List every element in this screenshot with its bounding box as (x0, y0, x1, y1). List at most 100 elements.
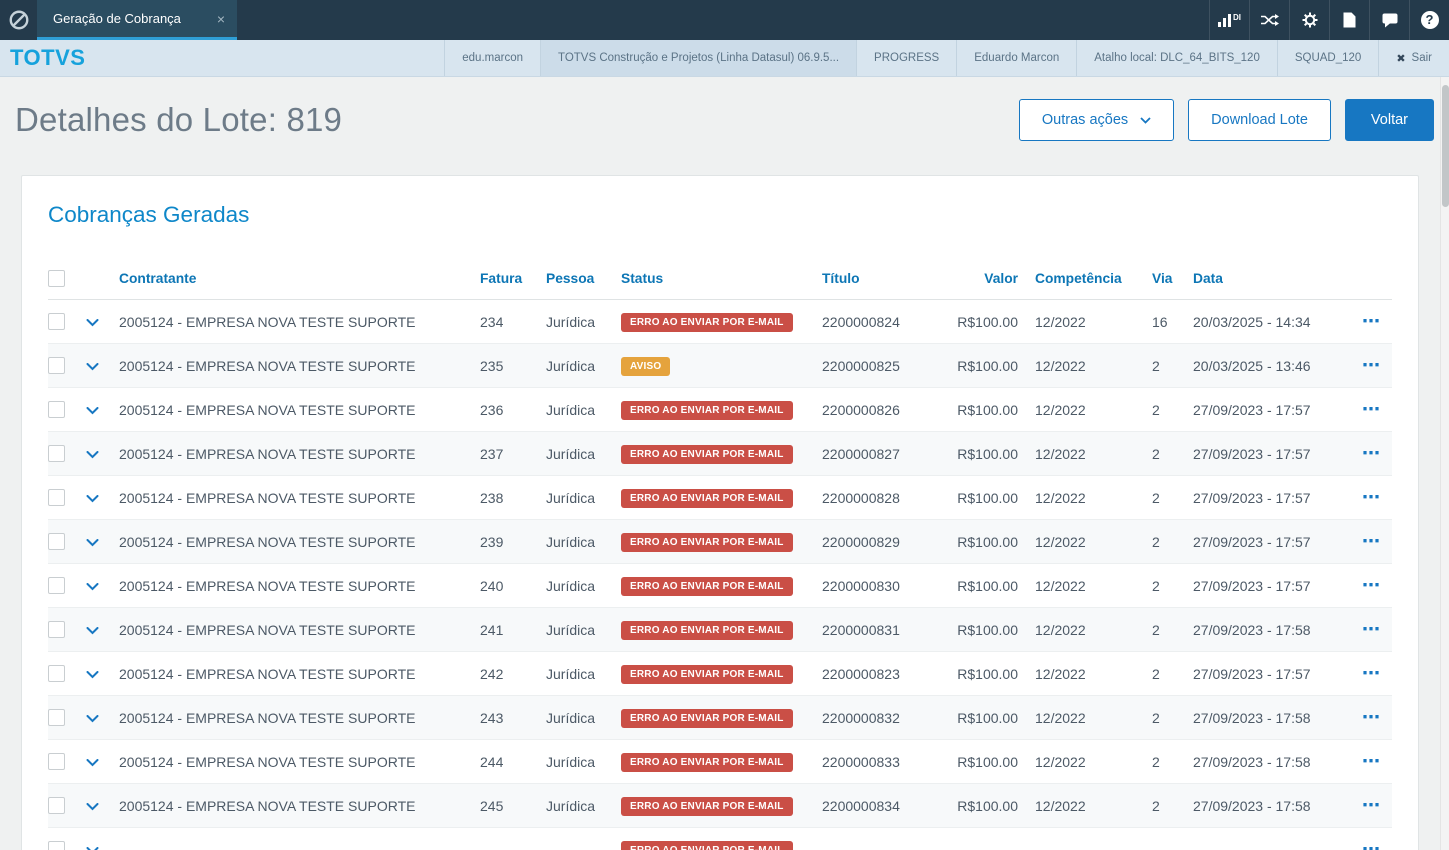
cell-valor: R$100.00 (957, 577, 1018, 594)
row-checkbox[interactable] (48, 445, 65, 463)
cell-contratante: 2005124 - EMPRESA NOVA TESTE SUPORTE (119, 797, 416, 814)
cell-data: 27/09/2023 - 17:58 (1193, 709, 1311, 726)
tab-close-icon[interactable]: × (207, 11, 225, 27)
row-checkbox[interactable] (48, 401, 65, 419)
tab-geracao-de-cobranca[interactable]: Geração de Cobrança × (37, 0, 237, 40)
select-all-checkbox[interactable] (48, 270, 65, 287)
cell-data: 27/09/2023 - 17:57 (1193, 533, 1311, 550)
row-checkbox[interactable] (48, 357, 65, 375)
table-row: 2005124 - EMPRESA NOVA TESTE SUPORTE 234… (48, 300, 1392, 344)
status-badge: ERRO AO ENVIAR POR E-MAIL (621, 752, 793, 772)
row-checkbox[interactable] (48, 533, 65, 551)
table-row: 2005124 - EMPRESA NOVA TESTE SUPORTE 241… (48, 608, 1392, 652)
column-header-data[interactable]: Data (1193, 271, 1343, 286)
expand-row-icon[interactable] (86, 626, 99, 635)
row-actions-icon[interactable]: ⋯ (1362, 619, 1380, 639)
row-checkbox[interactable] (48, 621, 65, 639)
expand-row-icon[interactable] (86, 362, 99, 371)
cell-fatura: 239 (480, 533, 504, 550)
expand-row-icon[interactable] (86, 406, 99, 415)
expand-row-icon[interactable] (86, 846, 99, 850)
row-actions-icon[interactable]: ⋯ (1362, 443, 1380, 463)
table-row: 2005124 - EMPRESA NOVA TESTE SUPORTE 245… (48, 784, 1392, 828)
cell-pessoa: Jurídica (546, 357, 596, 374)
cell-competencia: 12/2022 (1035, 709, 1086, 726)
cell-fatura: 242 (480, 665, 504, 682)
column-header-valor[interactable]: Valor (955, 271, 1018, 286)
outras-acoes-button[interactable]: Outras ações (1018, 99, 1175, 141)
env-item-product[interactable]: TOTVS Construção e Projetos (Linha Datas… (540, 40, 857, 76)
row-checkbox[interactable] (48, 709, 65, 727)
shuffle-icon[interactable] (1249, 0, 1289, 40)
logout-label: Sair (1411, 52, 1432, 64)
cell-competencia: 12/2022 (1035, 797, 1086, 814)
row-actions-icon[interactable]: ⋯ (1362, 795, 1380, 815)
help-icon[interactable]: ? (1409, 0, 1449, 40)
network-signal-icon[interactable]: DI (1209, 0, 1249, 40)
expand-row-icon[interactable] (86, 318, 99, 327)
download-lote-button[interactable]: Download Lote (1188, 99, 1331, 141)
document-icon[interactable] (1329, 0, 1369, 40)
row-actions-icon[interactable]: ⋯ (1362, 487, 1380, 507)
column-header-pessoa[interactable]: Pessoa (546, 271, 621, 286)
status-badge: ERRO AO ENVIAR POR E-MAIL (621, 532, 793, 552)
row-actions-icon[interactable]: ⋯ (1362, 355, 1380, 375)
expand-row-icon[interactable] (86, 538, 99, 547)
row-actions-icon[interactable]: ⋯ (1362, 707, 1380, 727)
row-actions-icon[interactable]: ⋯ (1362, 575, 1380, 595)
table-row: 2005124 - EMPRESA NOVA TESTE SUPORTE 237… (48, 432, 1392, 476)
row-checkbox[interactable] (48, 753, 65, 771)
status-badge: ERRO AO ENVIAR POR E-MAIL (621, 840, 793, 850)
cell-competencia: 12/2022 (1035, 533, 1086, 550)
row-checkbox[interactable] (48, 841, 65, 850)
row-actions-icon[interactable]: ⋯ (1362, 311, 1380, 331)
cell-titulo: 2200000825 (822, 357, 900, 374)
cell-fatura: 236 (480, 401, 504, 418)
totvs-logo-icon[interactable] (0, 0, 37, 40)
settings-gear-icon[interactable] (1289, 0, 1329, 40)
voltar-button[interactable]: Voltar (1344, 99, 1434, 141)
cell-titulo: 2200000826 (822, 401, 900, 418)
cell-data: 27/09/2023 - 17:57 (1193, 401, 1311, 418)
cell-competencia: 12/2022 (1035, 401, 1086, 418)
row-checkbox[interactable] (48, 665, 65, 683)
column-header-via[interactable]: Via (1152, 271, 1193, 286)
scrollbar-thumb[interactable] (1442, 85, 1449, 207)
voltar-label: Voltar (1370, 112, 1408, 128)
env-item-database: PROGRESS (856, 40, 956, 76)
expand-row-icon[interactable] (86, 450, 99, 459)
expand-row-icon[interactable] (86, 758, 99, 767)
logout-button[interactable]: ✖ Sair (1378, 40, 1449, 76)
column-header-status[interactable]: Status (621, 271, 822, 286)
row-actions-icon[interactable]: ⋯ (1362, 839, 1380, 850)
column-header-titulo[interactable]: Título (822, 271, 955, 286)
row-actions-icon[interactable]: ⋯ (1362, 399, 1380, 419)
row-checkbox[interactable] (48, 313, 65, 331)
chat-icon[interactable] (1369, 0, 1409, 40)
cell-data: 27/09/2023 - 17:57 (1193, 577, 1311, 594)
status-badge: ERRO AO ENVIAR POR E-MAIL (621, 488, 793, 508)
expand-row-icon[interactable] (86, 670, 99, 679)
env-item-user-login: edu.marcon (444, 40, 540, 76)
column-header-competencia[interactable]: Competência (1018, 271, 1152, 286)
row-checkbox[interactable] (48, 489, 65, 507)
cell-via: 2 (1152, 797, 1160, 814)
row-actions-icon[interactable]: ⋯ (1362, 751, 1380, 771)
row-checkbox[interactable] (48, 797, 65, 815)
column-header-contratante[interactable]: Contratante (119, 271, 480, 286)
cell-competencia: 12/2022 (1035, 577, 1086, 594)
column-header-fatura[interactable]: Fatura (480, 271, 546, 286)
cell-contratante: 2005124 - EMPRESA NOVA TESTE SUPORTE (119, 357, 416, 374)
expand-row-icon[interactable] (86, 494, 99, 503)
row-actions-icon[interactable]: ⋯ (1362, 531, 1380, 551)
cell-via: 2 (1152, 401, 1160, 418)
row-checkbox[interactable] (48, 577, 65, 595)
cell-fatura: 234 (480, 313, 504, 330)
cell-fatura: 238 (480, 489, 504, 506)
table-row: 2005124 - EMPRESA NOVA TESTE SUPORTE 239… (48, 520, 1392, 564)
vertical-scrollbar[interactable] (1440, 77, 1449, 850)
row-actions-icon[interactable]: ⋯ (1362, 663, 1380, 683)
expand-row-icon[interactable] (86, 802, 99, 811)
expand-row-icon[interactable] (86, 582, 99, 591)
expand-row-icon[interactable] (86, 714, 99, 723)
